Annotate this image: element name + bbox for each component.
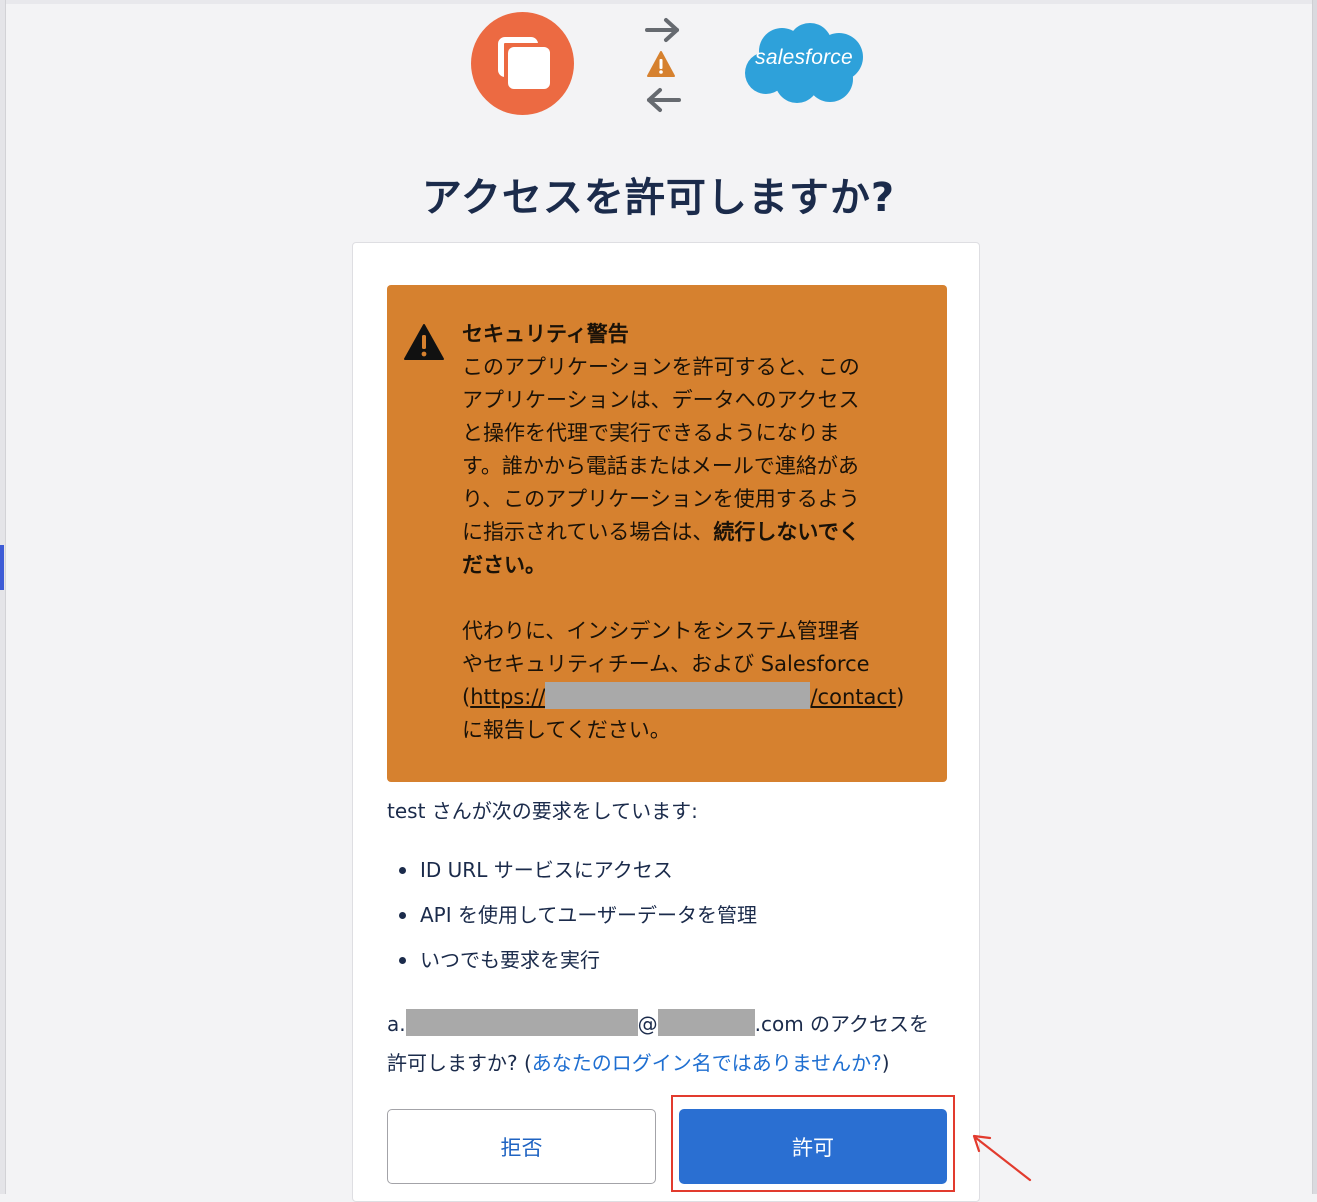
scope-list: ID URL サービスにアクセス API を使用してユーザーデータを管理 いつで… [387, 855, 757, 990]
app-logo-front-square [508, 47, 550, 89]
warning-do-not-continue-end: ださい。 [462, 553, 546, 577]
redacted-username [405, 1009, 638, 1036]
redacted-email-domain [657, 1009, 755, 1036]
arrow-right-icon [645, 18, 679, 42]
deny-button[interactable]: 拒否 [387, 1109, 656, 1184]
scope-item: API を使用してユーザーデータを管理 [387, 900, 757, 945]
scope-label: ID URL サービスにアクセス [420, 858, 673, 882]
salesforce-logo-text: salesforce [755, 46, 853, 69]
warning-body-line: アプリケーションは、データへのアクセス [462, 388, 860, 412]
warning-do-not-continue: 続行しないでく [713, 520, 860, 544]
email-suffix: .com のアクセスを [754, 1012, 930, 1036]
warning-icon [647, 51, 675, 77]
bullet-icon [399, 957, 406, 964]
arrow-left-icon [647, 88, 681, 112]
account-question: 許可しますか? ( [387, 1051, 532, 1075]
annotation-arrow-icon [972, 1134, 1032, 1182]
email-at: @ [637, 1012, 658, 1036]
security-warning-box: セキュリティ警告 このアプリケーションを許可すると、この アプリケーションは、デ… [387, 285, 947, 782]
email-prefix: a. [387, 1012, 406, 1036]
app-logo-icon [471, 12, 574, 115]
warning-body-line: このアプリケーションを許可すると、この [462, 355, 860, 379]
warning-body-line: に指示されている場合は、続行しないでく [462, 516, 932, 549]
warning-text: セキュリティ警告 このアプリケーションを許可すると、この アプリケーションは、デ… [462, 318, 932, 747]
warning-heading: セキュリティ警告 [462, 322, 629, 346]
warning-body-line: す。誰かから電話またはメールで連絡があ [462, 454, 859, 478]
url-suffix: /contact [810, 685, 897, 709]
contact-url-link[interactable]: https:// /contact [470, 682, 897, 709]
bullet-icon [399, 912, 406, 919]
not-you-link[interactable]: あなたのログイン名ではありませんか? [532, 1051, 882, 1075]
annotation-highlight-box [671, 1095, 955, 1192]
requester-intro: test さんが次の要求をしています: [387, 799, 698, 823]
frame-left-marker [0, 545, 4, 590]
warning-report-url-line: (https:// /contact) [462, 681, 932, 714]
account-email-line: a. @ .com のアクセスを [387, 1005, 957, 1044]
warning-body-line: り、このアプリケーションを使用するよう [462, 487, 860, 511]
scope-item: ID URL サービスにアクセス [387, 855, 757, 900]
warning-report-line: やセキュリティチーム、および Salesforce [462, 652, 870, 676]
warning-body-text: に指示されている場合は、 [462, 520, 714, 544]
frame-top-edge [0, 0, 1317, 4]
url-prefix: https:// [470, 685, 546, 709]
scope-label: いつでも要求を実行 [420, 948, 600, 972]
account-question-line: 許可しますか? (あなたのログイン名ではありませんか?) [387, 1044, 957, 1083]
warning-report-line: 代わりに、インシデントをシステム管理者 [462, 619, 860, 643]
scope-label: API を使用してユーザーデータを管理 [420, 903, 757, 927]
warning-triangle-icon [404, 324, 444, 360]
consent-card: セキュリティ警告 このアプリケーションを許可すると、この アプリケーションは、デ… [352, 242, 980, 1202]
page-title: アクセスを許可しますか? [421, 175, 896, 221]
warning-report-line: に報告してください。 [462, 718, 671, 742]
account-confirmation: a. @ .com のアクセスを 許可しますか? (あなたのログイン名ではありません… [387, 1005, 957, 1083]
warning-body-line: と操作を代理で実行できるようになりま [462, 421, 840, 445]
url-open-paren: ( [462, 685, 471, 709]
close-paren: ) [881, 1051, 890, 1075]
scope-item: いつでも要求を実行 [387, 945, 757, 990]
url-close-paren: ) [896, 685, 905, 709]
bullet-icon [399, 867, 406, 874]
redacted-domain [545, 682, 811, 709]
